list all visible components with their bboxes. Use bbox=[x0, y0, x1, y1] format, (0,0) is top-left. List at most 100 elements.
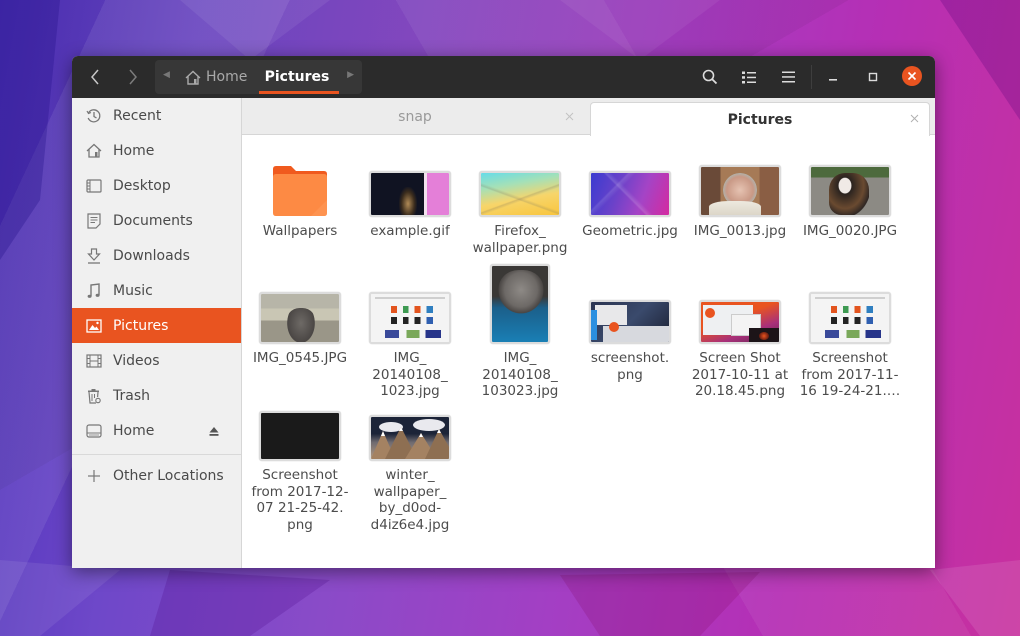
sidebar-item-other-locations[interactable]: Other Locations bbox=[72, 458, 241, 493]
file-item[interactable]: IMG_0013.jpg bbox=[687, 161, 793, 240]
breadcrumb-home[interactable]: Home bbox=[185, 60, 247, 94]
tab-bar: snap Pictures bbox=[242, 98, 935, 137]
close-icon bbox=[910, 114, 919, 123]
image-thumbnail bbox=[809, 292, 891, 344]
file-item[interactable]: screenshot. png bbox=[577, 269, 683, 383]
file-name: IMG_0013.jpg bbox=[693, 223, 787, 239]
file-item[interactable]: Geometric.jpg bbox=[577, 161, 683, 240]
file-item[interactable]: Firefox_ wallpaper.png bbox=[467, 161, 573, 256]
tab-snap[interactable]: snap bbox=[242, 98, 588, 135]
chevron-right-icon bbox=[129, 69, 137, 85]
document-icon bbox=[85, 212, 103, 230]
minimize-button[interactable] bbox=[822, 66, 844, 88]
image-thumbnail bbox=[259, 411, 341, 461]
close-icon bbox=[907, 71, 917, 81]
file-item[interactable]: IMG_0020.JPG bbox=[797, 161, 903, 240]
file-item[interactable]: winter_ wallpaper_ by_d0od- d4iz6e4.jpg bbox=[357, 410, 463, 533]
minimize-icon bbox=[829, 79, 837, 81]
breadcrumb-pictures-label: Pictures bbox=[264, 69, 330, 85]
image-thumbnail bbox=[369, 292, 451, 344]
image-thumbnail bbox=[369, 415, 451, 461]
file-item[interactable]: Screen Shot 2017-10-11 at 20.18.45.png bbox=[687, 269, 793, 400]
file-grid: Wallpapers example.gif Firefox_ wallpape… bbox=[242, 136, 935, 568]
sidebar-item-label: Documents bbox=[113, 212, 193, 229]
file-name: Screenshot from 2017-11- 16 19-24-21.… bbox=[799, 350, 901, 399]
sidebar-item-documents[interactable]: Documents bbox=[72, 203, 241, 238]
file-name: Geometric.jpg bbox=[582, 223, 678, 239]
sidebar-item-desktop[interactable]: Desktop bbox=[72, 168, 241, 203]
sidebar-item-label: Pictures bbox=[113, 317, 169, 334]
file-item[interactable]: IMG_0545.JPG bbox=[247, 269, 353, 367]
eject-icon bbox=[209, 427, 219, 436]
file-item[interactable]: IMG_ 20140108_ 1023.jpg bbox=[357, 269, 463, 400]
clock-icon bbox=[85, 107, 103, 125]
image-thumbnail bbox=[490, 264, 550, 344]
sidebar-item-home-drive[interactable]: Home bbox=[72, 413, 241, 448]
path-bar: ◀ Home Pictures ▶ bbox=[155, 60, 362, 94]
file-item[interactable]: example.gif bbox=[357, 161, 463, 240]
file-item[interactable]: IMG_ 20140108_ 103023.jpg bbox=[467, 264, 573, 400]
view-options-button[interactable] bbox=[738, 66, 760, 88]
maximize-icon bbox=[868, 72, 878, 82]
menu-icon bbox=[781, 71, 795, 83]
sidebar-item-music[interactable]: Music bbox=[72, 273, 241, 308]
file-manager-window: ◀ Home Pictures ▶ Recent Home Desktop Do… bbox=[72, 56, 935, 568]
search-icon bbox=[702, 69, 718, 85]
search-button[interactable] bbox=[699, 66, 721, 88]
path-scroll-right[interactable]: ▶ bbox=[347, 70, 354, 80]
menu-button[interactable] bbox=[777, 66, 799, 88]
forward-button[interactable] bbox=[118, 64, 148, 90]
image-thumbnail bbox=[589, 300, 671, 344]
header-separator bbox=[811, 65, 812, 89]
sidebar-item-pictures[interactable]: Pictures bbox=[72, 308, 241, 343]
tab-snap-close-button[interactable] bbox=[565, 98, 574, 135]
header-bar: ◀ Home Pictures ▶ bbox=[72, 56, 935, 98]
close-icon bbox=[565, 112, 574, 121]
tab-pictures[interactable]: Pictures bbox=[590, 102, 930, 136]
image-thumbnail bbox=[369, 171, 451, 217]
breadcrumb-home-label: Home bbox=[206, 69, 248, 85]
plus-icon bbox=[85, 467, 103, 485]
sidebar-item-recent[interactable]: Recent bbox=[72, 98, 241, 133]
image-thumbnail bbox=[589, 171, 671, 217]
sidebar-item-label: Recent bbox=[113, 107, 162, 124]
file-name: IMG_0545.JPG bbox=[252, 350, 348, 366]
image-thumbnail bbox=[699, 165, 781, 217]
chevron-left-icon bbox=[91, 69, 99, 85]
file-item[interactable]: Screenshot from 2017-12- 07 21-25-42. pn… bbox=[247, 410, 353, 533]
file-name: Screen Shot 2017-10-11 at 20.18.45.png bbox=[691, 350, 789, 399]
file-name: IMG_ 20140108_ 103023.jpg bbox=[481, 350, 559, 399]
tab-pictures-close-button[interactable] bbox=[910, 100, 919, 137]
path-scroll-left[interactable]: ◀ bbox=[163, 70, 170, 80]
places-sidebar: Recent Home Desktop Documents Downloads … bbox=[72, 98, 242, 568]
sidebar-item-label: Home bbox=[113, 422, 155, 439]
maximize-button[interactable] bbox=[862, 66, 884, 88]
image-thumbnail bbox=[259, 292, 341, 344]
sidebar-item-label: Videos bbox=[113, 352, 160, 369]
file-name: IMG_ 20140108_ 1023.jpg bbox=[372, 350, 448, 399]
sidebar-item-videos[interactable]: Videos bbox=[72, 343, 241, 378]
sidebar-item-downloads[interactable]: Downloads bbox=[72, 238, 241, 273]
image-thumbnail bbox=[699, 300, 781, 344]
image-thumbnail bbox=[809, 165, 891, 217]
image-thumbnail bbox=[479, 171, 561, 217]
download-icon bbox=[85, 247, 103, 265]
sidebar-item-trash[interactable]: Trash bbox=[72, 378, 241, 413]
sidebar-item-label: Desktop bbox=[113, 177, 171, 194]
desktop-icon bbox=[85, 177, 103, 195]
file-item-wallpapers[interactable]: Wallpapers bbox=[247, 161, 353, 240]
sidebar-item-home[interactable]: Home bbox=[72, 133, 241, 168]
file-name: Screenshot from 2017-12- 07 21-25-42. pn… bbox=[251, 467, 349, 533]
view-list-icon bbox=[742, 71, 756, 83]
mountain-artwork bbox=[371, 419, 449, 459]
sidebar-separator bbox=[72, 454, 241, 455]
eject-button[interactable] bbox=[209, 424, 219, 440]
file-item[interactable]: Screenshot from 2017-11- 16 19-24-21.… bbox=[797, 269, 903, 400]
picture-icon bbox=[85, 317, 103, 335]
breadcrumb-pictures[interactable]: Pictures bbox=[258, 60, 336, 94]
home-icon bbox=[185, 70, 201, 85]
close-button[interactable] bbox=[902, 66, 922, 86]
back-button[interactable] bbox=[80, 64, 110, 90]
sidebar-item-label: Home bbox=[113, 142, 155, 159]
folder-icon bbox=[273, 166, 327, 216]
